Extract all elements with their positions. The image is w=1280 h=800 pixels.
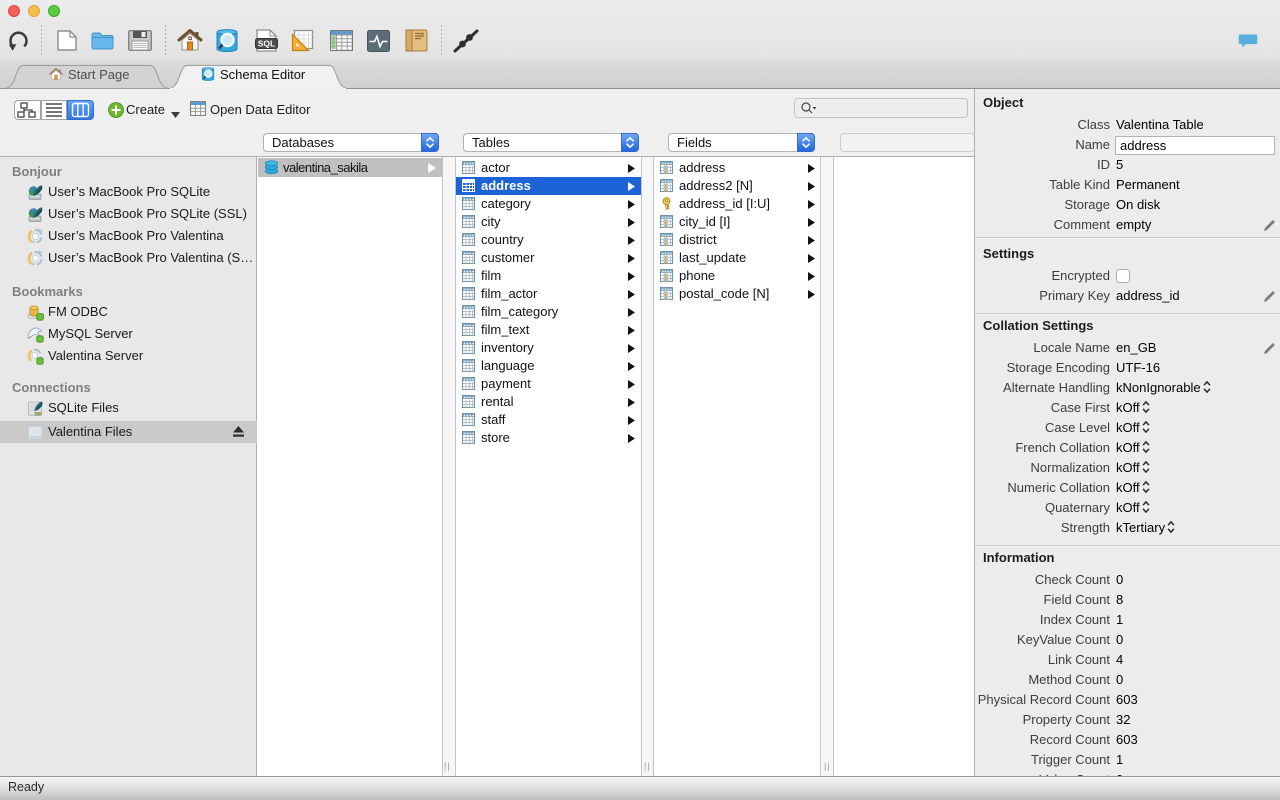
- svg-text:SQL: SQL: [258, 39, 275, 49]
